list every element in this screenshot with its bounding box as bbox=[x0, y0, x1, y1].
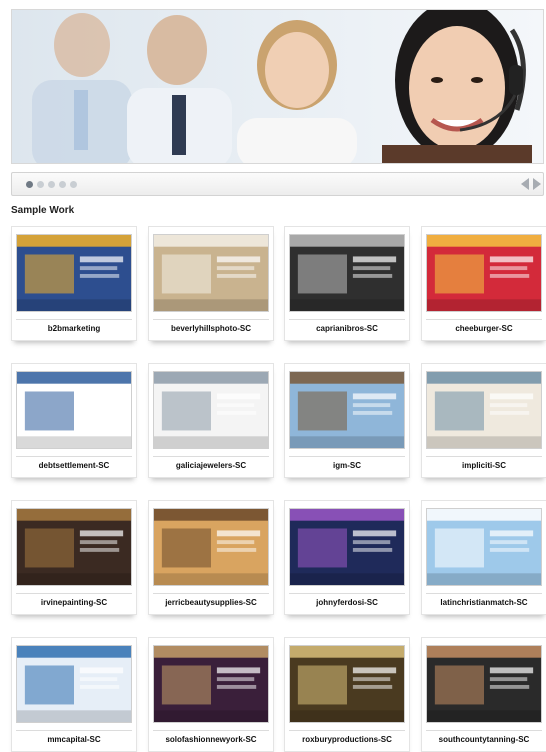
work-card[interactable]: jerricbeautysupplies-SC bbox=[148, 500, 274, 615]
work-card[interactable]: irvinepainting-SC bbox=[11, 500, 137, 615]
card-divider bbox=[16, 319, 132, 320]
work-thumbnail[interactable] bbox=[153, 371, 269, 449]
work-label[interactable]: latinchristianmatch-SC bbox=[422, 598, 546, 607]
work-card[interactable]: caprianibros-SC bbox=[284, 226, 410, 341]
work-card[interactable]: solofashionnewyork-SC bbox=[148, 637, 274, 752]
work-thumbnail[interactable] bbox=[289, 508, 405, 586]
work-thumbnail[interactable] bbox=[289, 371, 405, 449]
work-card[interactable]: b2bmarketing bbox=[11, 226, 137, 341]
work-label[interactable]: igm-SC bbox=[285, 461, 409, 470]
slider-dot-5[interactable] bbox=[70, 181, 77, 188]
work-thumbnail[interactable] bbox=[153, 234, 269, 312]
card-divider bbox=[16, 593, 132, 594]
card-divider bbox=[426, 319, 542, 320]
card-divider bbox=[426, 456, 542, 457]
card-divider bbox=[153, 319, 269, 320]
hero-banner-image bbox=[11, 9, 544, 164]
work-card[interactable]: impliciti-SC bbox=[421, 363, 546, 478]
work-label[interactable]: galiciajewelers-SC bbox=[149, 461, 273, 470]
work-card[interactable]: galiciajewelers-SC bbox=[148, 363, 274, 478]
slider-dot-1[interactable] bbox=[26, 181, 33, 188]
work-thumbnail[interactable] bbox=[153, 508, 269, 586]
work-label[interactable]: mmcapital-SC bbox=[12, 735, 136, 744]
card-divider bbox=[153, 593, 269, 594]
work-label[interactable]: jerricbeautysupplies-SC bbox=[149, 598, 273, 607]
work-thumbnail[interactable] bbox=[16, 508, 132, 586]
work-card[interactable]: igm-SC bbox=[284, 363, 410, 478]
work-card[interactable]: mmcapital-SC bbox=[11, 637, 137, 752]
card-divider bbox=[153, 730, 269, 731]
card-divider bbox=[426, 593, 542, 594]
work-label[interactable]: cheeburger-SC bbox=[422, 324, 546, 333]
slider-dot-2[interactable] bbox=[37, 181, 44, 188]
work-card[interactable]: southcountytanning-SC bbox=[421, 637, 546, 752]
work-label[interactable]: b2bmarketing bbox=[12, 324, 136, 333]
work-label[interactable]: beverlyhillsphoto-SC bbox=[149, 324, 273, 333]
work-label[interactable]: johnyferdosi-SC bbox=[285, 598, 409, 607]
slider-next-arrow-icon[interactable] bbox=[533, 178, 541, 190]
card-divider bbox=[16, 730, 132, 731]
card-divider bbox=[289, 730, 405, 731]
card-divider bbox=[426, 730, 542, 731]
work-thumbnail[interactable] bbox=[426, 234, 542, 312]
work-thumbnail[interactable] bbox=[289, 645, 405, 723]
work-thumbnail[interactable] bbox=[426, 371, 542, 449]
work-label[interactable]: southcountytanning-SC bbox=[422, 735, 546, 744]
work-label[interactable]: roxburyproductions-SC bbox=[285, 735, 409, 744]
work-card[interactable]: debtsettlement-SC bbox=[11, 363, 137, 478]
work-label[interactable]: impliciti-SC bbox=[422, 461, 546, 470]
card-divider bbox=[153, 456, 269, 457]
work-thumbnail[interactable] bbox=[153, 645, 269, 723]
slider-pagination-bar bbox=[11, 172, 544, 196]
work-label[interactable]: solofashionnewyork-SC bbox=[149, 735, 273, 744]
work-thumbnail[interactable] bbox=[16, 645, 132, 723]
work-card[interactable]: latinchristianmatch-SC bbox=[421, 500, 546, 615]
work-card[interactable]: beverlyhillsphoto-SC bbox=[148, 226, 274, 341]
work-thumbnail[interactable] bbox=[289, 234, 405, 312]
slider-dot-3[interactable] bbox=[48, 181, 55, 188]
section-title: Sample Work bbox=[11, 205, 75, 216]
card-divider bbox=[289, 593, 405, 594]
work-label[interactable]: caprianibros-SC bbox=[285, 324, 409, 333]
work-thumbnail[interactable] bbox=[426, 645, 542, 723]
card-divider bbox=[16, 456, 132, 457]
work-card[interactable]: johnyferdosi-SC bbox=[284, 500, 410, 615]
slider-dot-4[interactable] bbox=[59, 181, 66, 188]
work-label[interactable]: debtsettlement-SC bbox=[12, 461, 136, 470]
work-thumbnail[interactable] bbox=[16, 234, 132, 312]
card-divider bbox=[289, 456, 405, 457]
work-card[interactable]: cheeburger-SC bbox=[421, 226, 546, 341]
card-divider bbox=[289, 319, 405, 320]
work-thumbnail[interactable] bbox=[16, 371, 132, 449]
work-card[interactable]: roxburyproductions-SC bbox=[284, 637, 410, 752]
work-thumbnail[interactable] bbox=[426, 508, 542, 586]
work-label[interactable]: irvinepainting-SC bbox=[12, 598, 136, 607]
slider-prev-arrow-icon[interactable] bbox=[521, 178, 529, 190]
